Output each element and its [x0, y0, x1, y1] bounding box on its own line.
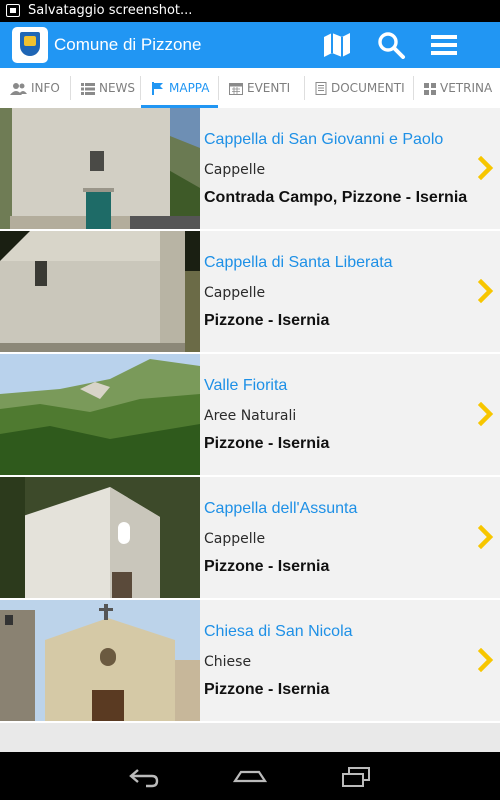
system-nav-bar	[0, 752, 500, 800]
status-bar: Salvataggio screenshot...	[0, 0, 500, 22]
place-location: Pizzone - Isernia	[204, 312, 330, 329]
list-item[interactable]: Chiesa di San Nicola Chiese Pizzone - Is…	[0, 600, 500, 723]
place-photo	[0, 477, 200, 598]
list-item[interactable]: Cappella dell'Assunta Cappelle Pizzone -…	[0, 477, 500, 600]
place-category: Chiese	[204, 654, 252, 670]
screenshot-icon	[6, 4, 20, 17]
place-photo	[0, 108, 200, 229]
chevron-right-icon	[478, 279, 494, 303]
place-location: Pizzone - Isernia	[204, 681, 330, 698]
app-logo[interactable]	[12, 27, 48, 63]
chevron-right-icon	[478, 648, 494, 672]
list-item[interactable]: Cappella di San Giovanni e Paolo Cappell…	[0, 108, 500, 231]
place-location: Pizzone - Isernia	[204, 558, 330, 575]
tab-news-label: NEWS	[99, 81, 136, 95]
tab-mappa-label: MAPPA	[169, 81, 210, 95]
map-icon[interactable]	[322, 31, 352, 59]
tab-news[interactable]: NEWS	[71, 68, 140, 108]
tab-bar: INFO NEWS MAPPA EVENTI DOCUMENTI VETRINA	[0, 68, 500, 109]
chevron-right-icon	[478, 402, 494, 426]
place-name: Cappella di San Giovanni e Paolo	[204, 131, 444, 148]
tab-eventi-label: EVENTI	[247, 81, 291, 95]
recent-apps-icon[interactable]	[340, 766, 372, 788]
place-name: Cappella dell'Assunta	[204, 500, 358, 517]
place-name: Chiesa di San Nicola	[204, 623, 353, 640]
place-location: Pizzone - Isernia	[204, 435, 330, 452]
place-name: Cappella di Santa Liberata	[204, 254, 393, 271]
list-item[interactable]: Valle Fiorita Aree Naturali Pizzone - Is…	[0, 354, 500, 477]
search-icon[interactable]	[376, 31, 406, 59]
list-item[interactable]: Cappella di Santa Liberata Cappelle Pizz…	[0, 231, 500, 354]
chevron-right-icon	[478, 156, 494, 180]
place-category: Cappelle	[204, 162, 266, 178]
place-category: Cappelle	[204, 531, 266, 547]
place-photo	[0, 600, 200, 721]
tab-info[interactable]: INFO	[0, 68, 70, 108]
tab-documenti[interactable]: DOCUMENTI	[305, 68, 413, 108]
tab-vetrina[interactable]: VETRINA	[414, 68, 500, 108]
app-bar: Comune di Pizzone	[0, 22, 500, 68]
status-text: Salvataggio screenshot...	[28, 3, 193, 18]
place-name: Valle Fiorita	[204, 377, 288, 394]
place-photo	[0, 231, 200, 352]
chevron-right-icon	[478, 525, 494, 549]
place-category: Aree Naturali	[204, 408, 297, 424]
list-icon	[81, 82, 95, 95]
home-icon[interactable]	[233, 766, 267, 788]
tab-eventi[interactable]: EVENTI	[219, 68, 304, 108]
place-category: Cappelle	[204, 285, 266, 301]
place-photo	[0, 354, 200, 475]
tab-documenti-label: DOCUMENTI	[331, 81, 405, 95]
calendar-icon	[229, 83, 243, 95]
back-icon[interactable]	[128, 766, 160, 788]
map-pin-icon	[152, 82, 163, 95]
tab-info-label: INFO	[31, 81, 60, 95]
grid-icon	[424, 82, 436, 95]
tab-vetrina-label: VETRINA	[440, 81, 493, 95]
tab-mappa[interactable]: MAPPA	[141, 68, 218, 108]
document-icon	[315, 82, 327, 95]
place-location: Contrada Campo, Pizzone - Isernia	[204, 189, 468, 206]
menu-icon[interactable]	[429, 31, 459, 59]
app-title: Comune di Pizzone	[54, 35, 202, 54]
people-icon	[10, 82, 27, 95]
